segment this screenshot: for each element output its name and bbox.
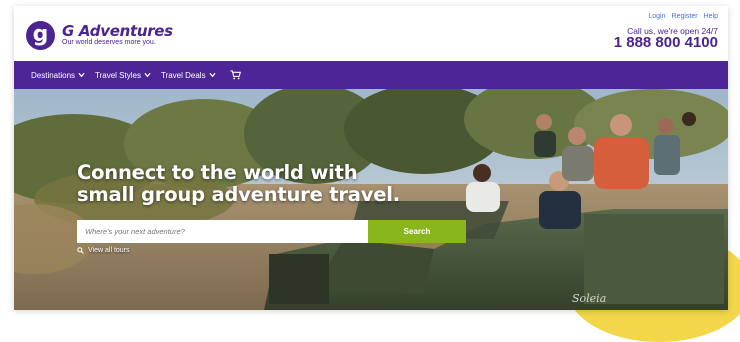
chevron-down-icon	[78, 72, 85, 78]
site-header: g G Adventures Our world deserves more y…	[14, 6, 728, 61]
brand-tagline: Our world deserves more you.	[62, 39, 156, 46]
view-all-tours-link[interactable]: View all tours	[77, 247, 130, 254]
headline-line-2: small group adventure travel.	[77, 183, 400, 206]
brand-name[interactable]: G Adventures	[62, 22, 173, 40]
hero-headline: Connect to the world with small group ad…	[77, 162, 457, 206]
headline-line-1: Connect to the world with	[77, 161, 358, 184]
main-nav: Destinations Travel Styles Travel Deals	[14, 61, 728, 89]
nav-travel-styles[interactable]: Travel Styles	[95, 71, 151, 80]
utility-links: Login Register Help	[648, 13, 718, 20]
nav-travel-styles-label: Travel Styles	[95, 70, 141, 80]
view-all-tours-label: View all tours	[88, 247, 130, 254]
chevron-down-icon	[144, 72, 151, 78]
website-frame: g G Adventures Our world deserves more y…	[14, 6, 728, 310]
cart-icon[interactable]	[230, 70, 241, 80]
logo-letter: g	[32, 22, 49, 47]
search-icon	[77, 247, 84, 254]
hero-banner: Soleia Connect to the world with small g…	[14, 89, 728, 310]
chevron-down-icon	[208, 72, 216, 78]
help-link[interactable]: Help	[704, 13, 718, 20]
search-button[interactable]: Search	[368, 220, 466, 243]
search-input[interactable]	[77, 220, 368, 243]
brand-logo-icon[interactable]: g	[26, 21, 55, 50]
vehicle-lettering: Soleia	[572, 292, 606, 305]
register-link[interactable]: Register	[672, 13, 698, 20]
nav-travel-deals-label: Travel Deals	[160, 70, 206, 80]
login-link[interactable]: Login	[648, 13, 665, 20]
phone-number[interactable]: 1 888 800 4100	[614, 34, 718, 51]
nav-destinations-label: Destinations	[31, 70, 76, 80]
nav-destinations[interactable]: Destinations	[31, 71, 85, 80]
nav-travel-deals[interactable]: Travel Deals	[161, 71, 216, 80]
